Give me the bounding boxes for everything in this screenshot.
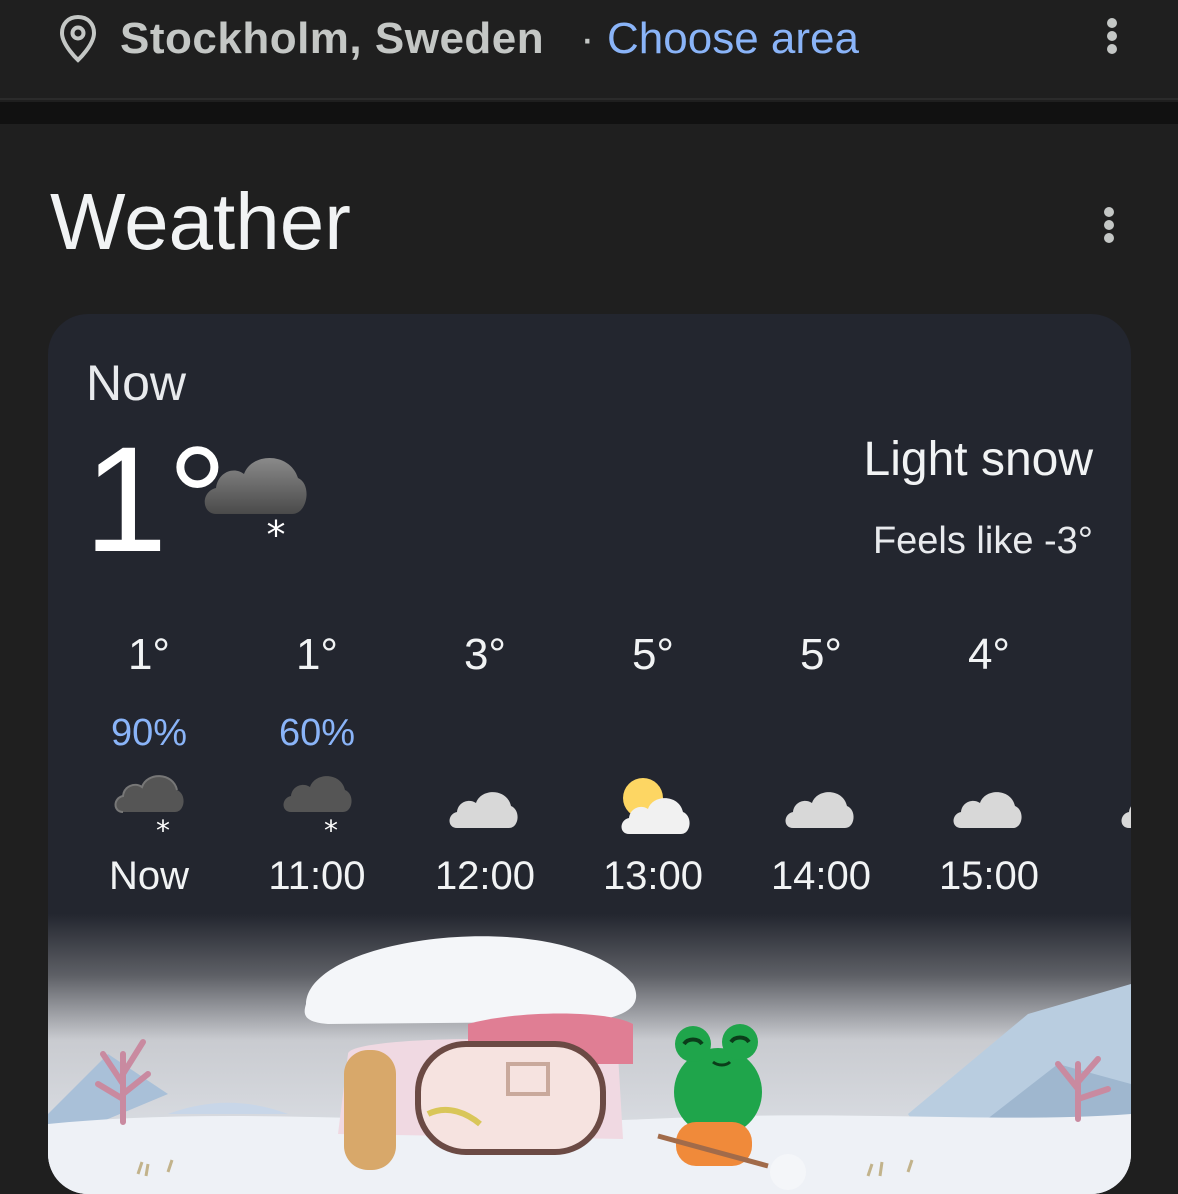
cloud-snow-icon: * (283, 776, 352, 844)
hourly-temp: 4° (967, 630, 1011, 679)
hourly-time: 1 (1073, 854, 1131, 899)
location-pin-icon (59, 14, 97, 63)
feels-like-text: Feels like -3° (872, 520, 1093, 562)
hourly-item[interactable]: 1 (1073, 624, 1131, 924)
winter-scene-illustration (48, 914, 1131, 1194)
hourly-time: 14:00 (770, 854, 872, 898)
choose-area-link[interactable]: Choose area (607, 14, 859, 64)
location-name: Stockholm, Sweden (120, 14, 545, 63)
page-title: Weather (50, 177, 351, 266)
hourly-precip: 90% (110, 712, 188, 754)
more-options-icon[interactable] (1106, 18, 1118, 58)
hourly-temp: 5° (799, 630, 843, 679)
hourly-time: 13:00 (602, 854, 704, 898)
svg-text:*: * (267, 513, 286, 552)
condition-text: Light snow (863, 433, 1093, 486)
cloud-icon (449, 792, 518, 828)
hourly-time: Now (108, 854, 190, 898)
hourly-item[interactable]: 1° 90% * Now (65, 624, 233, 924)
cloud-icon (1121, 806, 1131, 828)
cloud-snow-icon: * (204, 457, 307, 552)
hourly-item[interactable]: 4° 15:00 (905, 624, 1073, 924)
current-label: Now (86, 355, 187, 411)
hourly-time: 11:00 (268, 854, 366, 898)
location-bar: Stockholm, Sweden · Choose area (0, 0, 1178, 100)
weather-more-options-icon[interactable] (1103, 207, 1115, 247)
hourly-temp: 1° (295, 630, 339, 679)
cloud-icon (785, 792, 854, 828)
hourly-time: 15:00 (938, 854, 1040, 898)
svg-text:*: * (156, 814, 170, 844)
cloud-icon (953, 792, 1022, 828)
section-divider (0, 102, 1178, 124)
partly-sunny-icon (621, 778, 690, 834)
hourly-item[interactable]: 5° 13:00 (569, 624, 737, 924)
weather-card[interactable]: Now 1° * Light snow Feels like -3° 1° 90… (48, 314, 1131, 1194)
hourly-temp: 5° (631, 630, 675, 679)
hourly-temp: 3° (463, 630, 507, 679)
location-separator: · (580, 14, 595, 63)
hourly-item[interactable]: 1° 60% * 11:00 (233, 624, 401, 924)
svg-text:*: * (324, 814, 338, 844)
hourly-item[interactable]: 3° 12:00 (401, 624, 569, 924)
cloud-snow-icon: * (114, 775, 184, 844)
hourly-time: 12:00 (434, 854, 536, 898)
hourly-item[interactable]: 5° 14:00 (737, 624, 905, 924)
hourly-temp: 1° (127, 630, 171, 679)
hourly-precip: 60% (278, 712, 356, 754)
